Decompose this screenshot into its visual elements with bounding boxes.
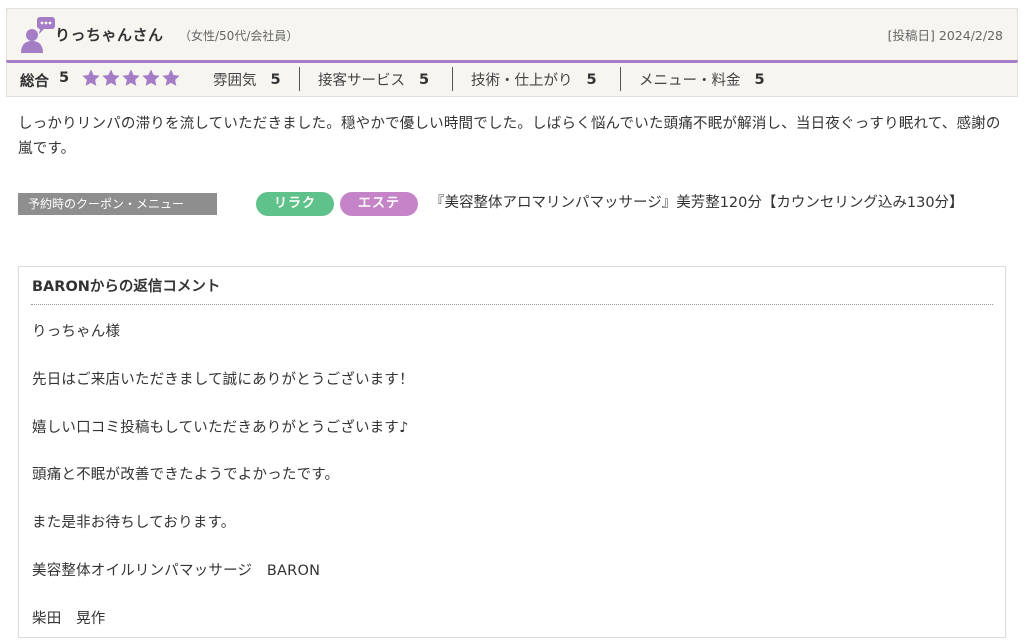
rating-service: 接客サービス 5 [318,69,429,90]
rating-score: 5 [270,71,281,88]
rating-score: 5 [419,71,430,88]
tag-esthe: エステ [340,192,418,216]
rating-atmosphere: 雰囲気 5 [213,69,281,90]
rating-label: 技術・仕上がり [471,73,573,89]
rating-score: 5 [754,71,765,88]
user-speech-icon [21,17,55,53]
coupon-label: 予約時のクーポン・メニュー [18,193,217,215]
tag-relax: リラク [256,192,334,216]
rating-label: 雰囲気 [213,73,257,89]
star-rating [81,68,181,88]
review-header: りっちゃんさん （女性/50代/会社員） [投稿日] 2024/2/28 [6,8,1018,60]
star-icon [142,69,160,86]
reply-line: 嬉しい口コミ投稿もしていただきありがとうございます♪ [32,420,409,436]
divider [452,67,453,91]
reply-line: りっちゃん様 [32,324,121,340]
reply-line: 先日はご来店いただきまして誠にありがとうございます！ [32,372,414,388]
reply-line: また是非お待ちしております。 [32,515,236,531]
ratings-bar: 総合 5 雰囲気 5 接客サービス 5 技術・仕上がり 5 メニュー・料金 5 [6,60,1018,97]
overall-label: 総合 [20,74,49,90]
rating-technique: 技術・仕上がり 5 [471,69,597,90]
reply-line: 柴田 晃作 [32,611,106,627]
star-icon [122,69,140,86]
star-icon [82,69,100,86]
rating-label: メニュー・料金 [639,73,741,89]
star-icon [102,69,120,86]
post-date: [投稿日] 2024/2/28 [887,28,1003,43]
reply-line: 頭痛と不眠が改善できたようでよかったです。 [32,467,340,483]
reply-divider [31,304,993,305]
reviewer-name: りっちゃんさん [55,26,164,44]
rating-menu-price: メニュー・料金 5 [639,69,765,90]
divider [299,67,300,91]
divider [620,67,621,91]
reply-line: 美容整体オイルリンパマッサージ BARON [32,563,321,579]
review-body: しっかりリンパの滞りを流していただきました。穏やかで優しい時間でした。しばらく悩… [18,116,1001,157]
reviewer-meta: （女性/50代/会社員） [179,29,299,43]
star-icon [162,69,180,86]
coupon-menu-link[interactable]: 『美容整体アロマリンパマッサージ』美芳整120分【カウンセリング込み130分】 [430,191,1000,215]
overall-score: 5 [59,70,70,86]
rating-label: 接客サービス [318,73,405,89]
rating-score: 5 [586,71,597,88]
reply-box: BARONからの返信コメント りっちゃん様 先日はご来店いただきまして誠にありが… [18,266,1006,638]
reply-title: BARONからの返信コメント [32,279,221,295]
